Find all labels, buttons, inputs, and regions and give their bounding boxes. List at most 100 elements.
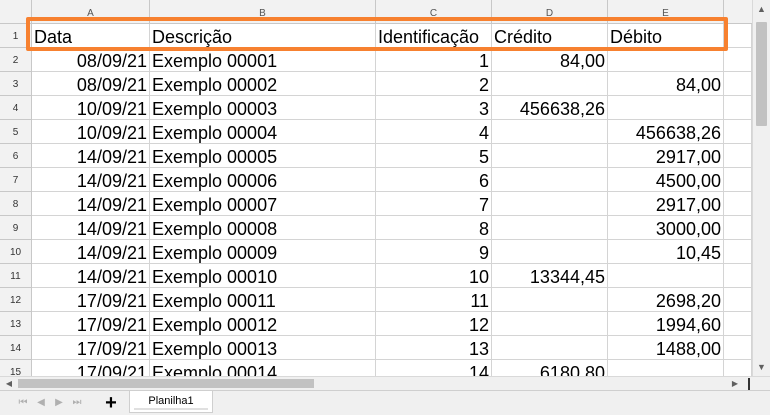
row-header[interactable]: 1	[0, 24, 32, 48]
debit-cell[interactable]: 1994,60	[608, 312, 724, 336]
row-header[interactable]: 7	[0, 168, 32, 192]
column-header-a[interactable]: A	[32, 0, 150, 24]
header-cell-credito[interactable]: Crédito	[492, 24, 608, 48]
sheet-tab-planilha1[interactable]: Planilha1	[129, 391, 213, 413]
empty-cell[interactable]	[724, 288, 752, 312]
debit-cell[interactable]: 2917,00	[608, 192, 724, 216]
row-header[interactable]: 6	[0, 144, 32, 168]
empty-cell[interactable]	[724, 24, 752, 48]
scrollbar-splitter-handle[interactable]	[748, 378, 751, 390]
date-cell[interactable]: 14/09/21	[32, 240, 150, 264]
credit-cell[interactable]: 13344,45	[492, 264, 608, 288]
row-header[interactable]: 5	[0, 120, 32, 144]
row-header[interactable]: 8	[0, 192, 32, 216]
date-cell[interactable]: 17/09/21	[32, 336, 150, 360]
credit-cell[interactable]	[492, 216, 608, 240]
header-cell-debito[interactable]: Débito	[608, 24, 724, 48]
description-cell[interactable]: Exemplo 00010	[150, 264, 376, 288]
credit-cell[interactable]	[492, 72, 608, 96]
description-cell[interactable]: Exemplo 00006	[150, 168, 376, 192]
description-cell[interactable]: Exemplo 00004	[150, 120, 376, 144]
id-cell[interactable]: 4	[376, 120, 492, 144]
debit-cell[interactable]	[608, 264, 724, 288]
row-header[interactable]: 3	[0, 72, 32, 96]
scroll-left-icon[interactable]: ◀	[2, 377, 16, 391]
description-cell[interactable]: Exemplo 00005	[150, 144, 376, 168]
id-cell[interactable]: 1	[376, 48, 492, 72]
row-header[interactable]: 11	[0, 264, 32, 288]
description-cell[interactable]: Exemplo 00011	[150, 288, 376, 312]
credit-cell[interactable]	[492, 168, 608, 192]
id-cell[interactable]: 7	[376, 192, 492, 216]
credit-cell[interactable]	[492, 144, 608, 168]
column-header-e[interactable]: E	[608, 0, 724, 24]
column-header-d[interactable]: D	[492, 0, 608, 24]
id-cell[interactable]: 12	[376, 312, 492, 336]
debit-cell[interactable]	[608, 48, 724, 72]
row-header[interactable]: 14	[0, 336, 32, 360]
date-cell[interactable]: 14/09/21	[32, 192, 150, 216]
id-cell[interactable]: 11	[376, 288, 492, 312]
credit-cell[interactable]	[492, 240, 608, 264]
credit-cell[interactable]	[492, 288, 608, 312]
column-header-f[interactable]	[724, 0, 752, 24]
description-cell[interactable]: Exemplo 00003	[150, 96, 376, 120]
credit-cell[interactable]	[492, 120, 608, 144]
id-cell[interactable]: 5	[376, 144, 492, 168]
id-cell[interactable]: 2	[376, 72, 492, 96]
date-cell[interactable]: 08/09/21	[32, 72, 150, 96]
empty-cell[interactable]	[724, 240, 752, 264]
select-all-corner[interactable]	[0, 0, 32, 24]
description-cell[interactable]: Exemplo 00002	[150, 72, 376, 96]
horizontal-scroll-thumb[interactable]	[18, 379, 314, 388]
debit-cell[interactable]: 3000,00	[608, 216, 724, 240]
next-sheet-icon[interactable]: ▶	[52, 396, 66, 410]
column-header-c[interactable]: C	[376, 0, 492, 24]
id-cell[interactable]: 8	[376, 216, 492, 240]
date-cell[interactable]: 08/09/21	[32, 48, 150, 72]
last-sheet-icon[interactable]: ⏭	[70, 396, 84, 410]
date-cell[interactable]: 14/09/21	[32, 168, 150, 192]
credit-cell[interactable]: 84,00	[492, 48, 608, 72]
id-cell[interactable]: 13	[376, 336, 492, 360]
id-cell[interactable]: 3	[376, 96, 492, 120]
scroll-up-icon[interactable]: ▲	[753, 0, 770, 18]
horizontal-scrollbar[interactable]: ◀ ▶	[0, 376, 770, 390]
row-header[interactable]: 13	[0, 312, 32, 336]
date-cell[interactable]: 17/09/21	[32, 312, 150, 336]
id-cell[interactable]: 6	[376, 168, 492, 192]
row-header[interactable]: 9	[0, 216, 32, 240]
debit-cell[interactable]: 2698,20	[608, 288, 724, 312]
column-header-b[interactable]: B	[150, 0, 376, 24]
header-cell-descricao[interactable]: Descrição	[150, 24, 376, 48]
previous-sheet-icon[interactable]: ◀	[34, 396, 48, 410]
date-cell[interactable]: 14/09/21	[32, 216, 150, 240]
header-cell-data[interactable]: Data	[32, 24, 150, 48]
id-cell[interactable]: 9	[376, 240, 492, 264]
empty-cell[interactable]	[724, 168, 752, 192]
credit-cell[interactable]	[492, 192, 608, 216]
description-cell[interactable]: Exemplo 00008	[150, 216, 376, 240]
credit-cell[interactable]: 456638,26	[492, 96, 608, 120]
date-cell[interactable]: 17/09/21	[32, 288, 150, 312]
date-cell[interactable]: 10/09/21	[32, 120, 150, 144]
id-cell[interactable]: 10	[376, 264, 492, 288]
debit-cell[interactable]: 84,00	[608, 72, 724, 96]
description-cell[interactable]: Exemplo 00001	[150, 48, 376, 72]
empty-cell[interactable]	[724, 72, 752, 96]
first-sheet-icon[interactable]: ⏮	[16, 396, 30, 410]
vertical-scrollbar[interactable]: ▲ ▼	[752, 0, 770, 376]
empty-cell[interactable]	[724, 48, 752, 72]
debit-cell[interactable]: 456638,26	[608, 120, 724, 144]
debit-cell[interactable]: 1488,00	[608, 336, 724, 360]
empty-cell[interactable]	[724, 312, 752, 336]
scroll-down-icon[interactable]: ▼	[753, 358, 770, 376]
date-cell[interactable]: 14/09/21	[32, 144, 150, 168]
empty-cell[interactable]	[724, 264, 752, 288]
row-header[interactable]: 12	[0, 288, 32, 312]
description-cell[interactable]: Exemplo 00012	[150, 312, 376, 336]
debit-cell[interactable]: 10,45	[608, 240, 724, 264]
empty-cell[interactable]	[724, 96, 752, 120]
description-cell[interactable]: Exemplo 00013	[150, 336, 376, 360]
date-cell[interactable]: 10/09/21	[32, 96, 150, 120]
